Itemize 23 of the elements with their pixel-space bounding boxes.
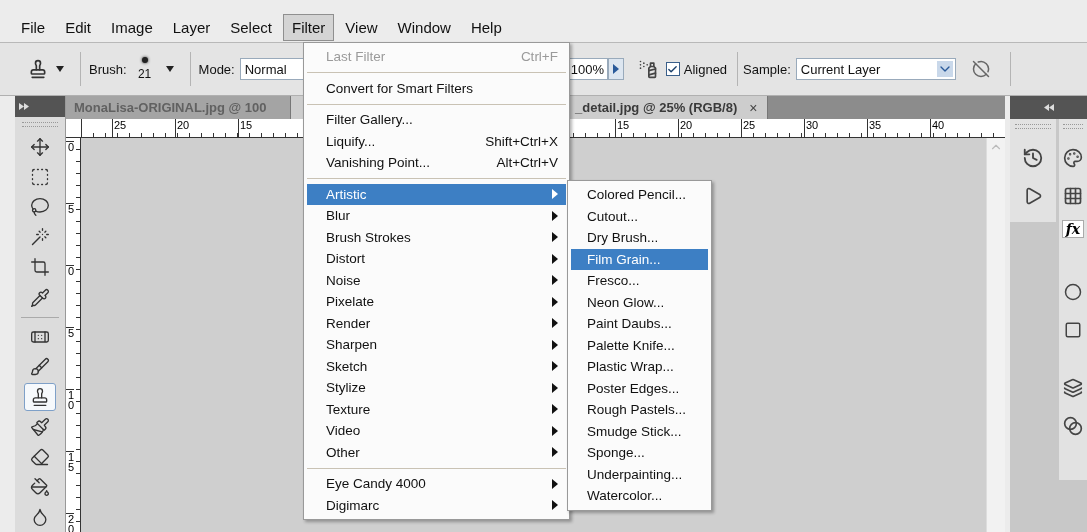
ruler-label: 25 [741,119,804,137]
ruler-label: 0 [66,265,75,327]
ruler-label: 15 [615,119,678,137]
ruler-label: 0 [66,141,75,203]
ruler-label: 15 [238,119,301,137]
ruler-label: 15 [66,451,75,513]
ruler-label: 5 [66,327,75,389]
ruler-label: 20 [175,119,238,137]
shortcut-text: Shift+Ctrl+X [485,133,558,149]
brush-label: Brush: [89,61,127,77]
ruler-label: 5 [66,203,75,265]
shortcut-text: Alt+Ctrl+V [496,155,558,171]
shortcut-text: Ctrl+F [520,49,558,65]
ruler-label: 40 [930,119,993,137]
ruler-label: 35 [867,119,930,137]
aligned-label: Aligned [683,61,728,77]
ruler-label: 25 [112,119,175,137]
brush-size: 21 [137,67,152,81]
ruler-label: 30 [804,119,867,137]
ruler-label: 20 [678,119,741,137]
mode-label: Mode: [198,61,235,77]
ruler-label: 10 [66,389,75,451]
sample-label: Sample: [743,61,791,77]
